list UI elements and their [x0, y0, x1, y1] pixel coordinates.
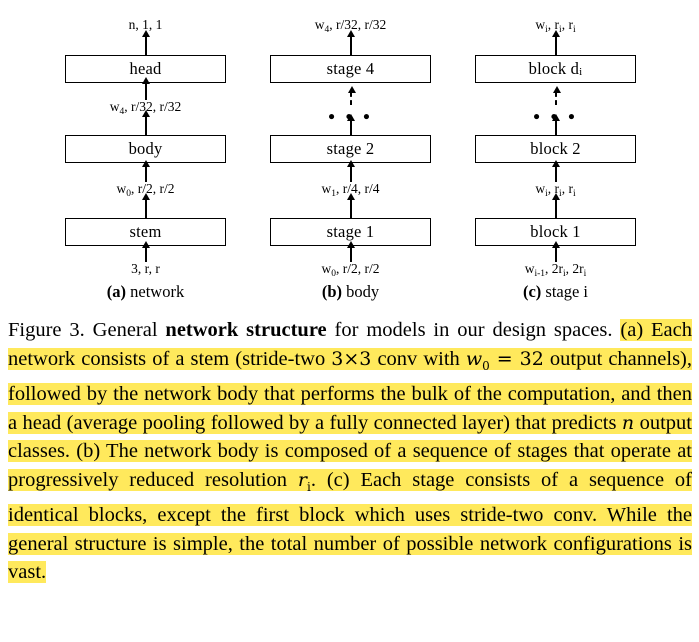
- caption-part-a-2: conv with: [371, 347, 466, 370]
- edge-label-b-bottom: w0, r/2, r/2: [270, 261, 431, 279]
- edge-label-a-upper-rest: , r/32, r/32: [124, 99, 182, 114]
- box-block-2: block 2: [475, 135, 636, 163]
- arrow-up-icon: [346, 241, 355, 262]
- caption-figure-number: Figure 3.: [8, 319, 85, 341]
- arrow-up-icon: [551, 160, 560, 182]
- box-stage-2: stage 2: [270, 135, 431, 163]
- edge-label-c-bottom-sep2: , 2r: [565, 261, 584, 276]
- edge-label-b-lower-rest: , r/4, r/4: [336, 181, 380, 196]
- edge-label-a-upper-sub: 4: [119, 107, 125, 117]
- caption-bold-phrase: network structure: [165, 319, 327, 341]
- subfigure-text-a: network: [126, 282, 185, 301]
- caption-intro-after-bold: for models in our design spaces.: [326, 319, 621, 341]
- edge-label-c-lower-w: w: [535, 181, 546, 196]
- caption-math-3x3: 3×3: [331, 347, 372, 370]
- arrow-up-icon: [551, 30, 560, 55]
- subfigure-text-c: stage i: [541, 282, 589, 301]
- subfigure-marker-c: (c): [522, 282, 542, 301]
- box-body: body: [65, 135, 226, 163]
- edge-label-a-lower-rest: , r/2, r/2: [131, 181, 175, 196]
- arrow-up-icon: [551, 114, 560, 135]
- arrow-up-icon: [346, 193, 355, 218]
- caption-math-ri-base: r: [297, 468, 307, 491]
- edge-label-a-lower-base: w: [116, 181, 127, 196]
- edge-label-c-bottom-sub2: i: [563, 269, 566, 279]
- subfigure-marker-b: (b): [321, 282, 343, 301]
- arrow-up-icon: [346, 160, 355, 182]
- diagram-column-network: n, 1, 1 head w4, r/32, r/32 body w0, r/2…: [65, 0, 228, 308]
- edge-label-b-bottom-sub: 0: [331, 269, 336, 279]
- caption-intro-before-bold: General: [84, 319, 166, 341]
- edge-label-c-bottom-sub3: i: [583, 269, 587, 279]
- diagram-column-stage: wi, ri, ri block di • • • block 2 wi, ri…: [475, 0, 638, 308]
- arrow-up-icon: [141, 77, 150, 100]
- caption-math-ri: ri: [297, 468, 311, 494]
- arrow-up-dashed-icon: [552, 86, 561, 105]
- edge-label-b-lower-sub: 1: [331, 189, 336, 199]
- box-block-d: block di: [475, 55, 636, 83]
- box-stage-4: stage 4: [270, 55, 431, 83]
- caption-math-eq32: [489, 347, 497, 370]
- subfigure-text-b: body: [342, 282, 380, 301]
- arrow-up-icon: [141, 110, 150, 135]
- edge-label-c-lower-sep2: , r: [561, 181, 573, 196]
- arrow-up-icon: [141, 30, 150, 55]
- caption-math-eq32-value: = 32: [496, 347, 544, 370]
- edge-label-c-top-sub3: i: [572, 25, 576, 35]
- caption-math-w0: w0: [465, 347, 490, 373]
- subfigure-caption-a: (a) network: [65, 282, 226, 301]
- arrow-up-icon: [346, 114, 355, 135]
- edge-label-b-top-rest: , r/32, r/32: [329, 17, 387, 32]
- caption-math-w0-base: w: [465, 347, 483, 370]
- edge-label-c-bottom-sep1: , 2r: [545, 261, 564, 276]
- edge-label-b-top-base: w: [314, 17, 325, 32]
- arrow-up-icon: [141, 193, 150, 218]
- edge-label-c-top-sep2: , r: [561, 17, 573, 32]
- edge-label-b-bottom-base: w: [321, 261, 332, 276]
- subfigure-marker-a: (a): [106, 282, 127, 301]
- figure-diagram: n, 1, 1 head w4, r/32, r/32 body w0, r/2…: [0, 0, 699, 308]
- box-block-d-label: block d: [528, 58, 580, 78]
- edge-label-c-bottom: wi-1, 2ri, 2ri: [475, 261, 636, 279]
- caption-math-w0-sub: 0: [482, 358, 490, 373]
- edge-label-a-lower-sub: 0: [126, 189, 131, 199]
- arrow-up-icon: [141, 241, 150, 262]
- arrow-up-icon: [346, 30, 355, 55]
- edge-label-c-bottom-sub1: i-1: [534, 269, 546, 279]
- edge-label-c-top-w: w: [535, 17, 546, 32]
- caption-math-n: n: [621, 411, 635, 434]
- edge-label-b-bottom-rest: , r/2, r/2: [336, 261, 380, 276]
- edge-label-c-bottom-w: w: [524, 261, 535, 276]
- edge-label-b-lower-base: w: [321, 181, 332, 196]
- edge-label-c-top-sub1: i: [545, 25, 548, 35]
- caption-part-b-2: .: [310, 468, 327, 491]
- edge-label-c-lower-sub3: i: [572, 189, 576, 199]
- arrow-up-dashed-icon: [347, 86, 356, 105]
- subfigure-caption-c: (c) stage i: [475, 282, 636, 301]
- figure-caption: Figure 3. General network structure for …: [8, 316, 693, 587]
- edge-label-a-upper-base: w: [109, 99, 120, 114]
- edge-label-c-lower-sub1: i: [545, 189, 548, 199]
- edge-label-b-top-sub: 4: [324, 25, 330, 35]
- subfigure-caption-b: (b) body: [270, 282, 431, 301]
- edge-label-a-bottom: 3, r, r: [131, 261, 160, 276]
- arrow-up-icon: [551, 241, 560, 262]
- arrow-up-icon: [141, 160, 150, 182]
- diagram-column-body: w4, r/32, r/32 stage 4 • • • stage 2 w1,…: [270, 0, 433, 308]
- arrow-up-icon: [551, 193, 560, 218]
